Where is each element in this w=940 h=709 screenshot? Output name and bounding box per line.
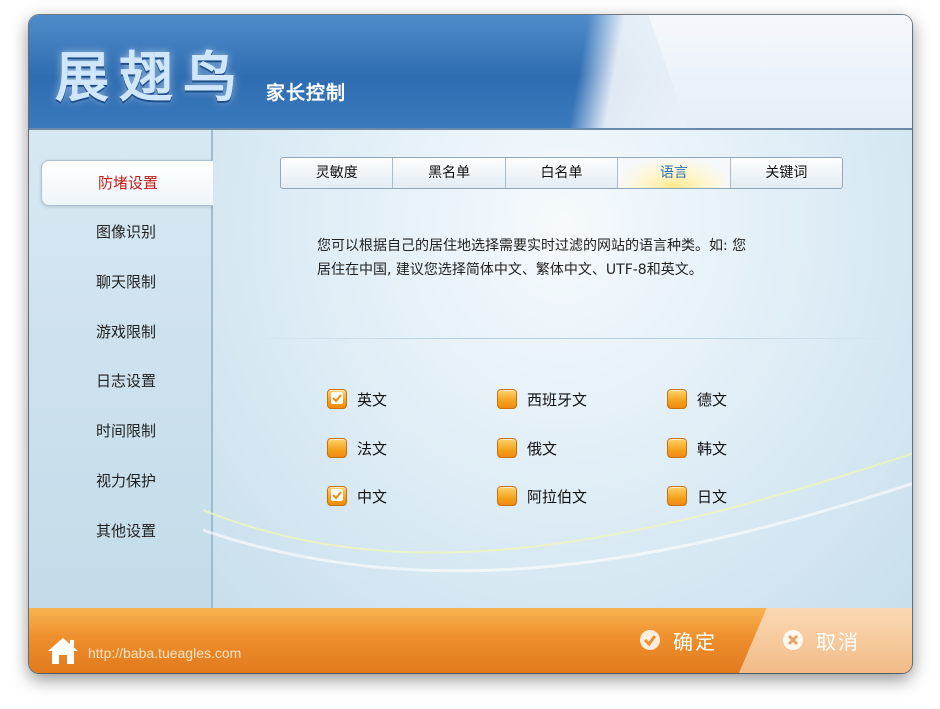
language-option-french[interactable]: 法文 [327,437,387,459]
main-panel: 灵敏度 黑名单 白名单 语言 关键词 您可以根据自己的居住地选择需要实时过滤的网… [203,130,912,608]
language-option-spanish[interactable]: 西班牙文 [497,388,587,410]
cancel-label: 取消 [816,629,860,654]
sidebar-item-chat-limit[interactable]: 聊天限制 [41,260,211,304]
language-description: 您可以根据自己的居住地选择需要实时过滤的网站的语言种类。如: 您 居住在中国, … [317,234,857,282]
sidebar-item-other-settings[interactable]: 其他设置 [41,509,211,553]
description-line-1: 您可以根据自己的居住地选择需要实时过滤的网站的语言种类。如: 您 [317,238,747,254]
checkbox-unchecked[interactable] [497,389,517,409]
sidebar-item-time-limit[interactable]: 时间限制 [41,409,211,453]
language-label: 德文 [697,390,728,409]
language-label: 法文 [357,439,388,458]
language-label: 阿拉伯文 [527,487,588,506]
sidebar-item-eye-protection[interactable]: 视力保护 [41,459,211,503]
header: 展翅鸟 家长控制 [29,15,912,128]
confirm-label: 确定 [673,629,717,654]
language-option-russian[interactable]: 俄文 [497,437,557,459]
language-option-arabic[interactable]: 阿拉伯文 [497,485,587,507]
app-window: 展翅鸟 家长控制 防堵设置 图像识别 聊天限制 游戏限制 日志设置 时间限制 视… [29,15,912,673]
language-option-korean[interactable]: 韩文 [667,437,727,459]
checkbox-unchecked[interactable] [497,438,517,458]
language-option-german[interactable]: 德文 [667,388,727,410]
tab-keywords[interactable]: 关键词 [731,158,842,188]
sidebar-item-image-recognition[interactable]: 图像识别 [41,210,211,254]
tab-language[interactable]: 语言 [618,158,731,188]
app-subtitle: 家长控制 [266,82,347,104]
sidebar-item-block-settings[interactable]: 防堵设置 [41,160,214,206]
sidebar-item-log-settings[interactable]: 日志设置 [41,359,211,403]
language-option-japanese[interactable]: 日文 [667,485,727,507]
language-label: 俄文 [527,439,558,458]
language-option-english[interactable]: 英文 [327,388,387,410]
checkbox-unchecked[interactable] [667,486,687,506]
checkbox-unchecked[interactable] [327,438,347,458]
language-label: 英文 [357,390,388,409]
description-line-2: 居住在中国, 建议您选择简体中文、繁体中文、UTF-8和英文。 [317,262,703,278]
checkbox-unchecked[interactable] [667,389,687,409]
checkmark-icon [640,630,660,650]
website-link[interactable]: http://baba.tueagles.com [88,645,241,661]
language-label: 中文 [357,487,388,506]
footer-bar: http://baba.tueagles.com 确定 取消 [29,608,912,673]
sidebar: 防堵设置 图像识别 聊天限制 游戏限制 日志设置 时间限制 视力保护 其他设置 [29,130,214,608]
checkbox-checked[interactable] [327,486,347,506]
background-swoosh [203,452,912,573]
app-logo: 展翅鸟 [55,46,247,109]
language-option-chinese[interactable]: 中文 [327,485,387,507]
header-highlight [648,15,912,128]
language-label: 西班牙文 [527,390,588,409]
tab-whitelist[interactable]: 白名单 [506,158,619,188]
tab-sensitivity[interactable]: 灵敏度 [281,158,394,188]
tab-bar: 灵敏度 黑名单 白名单 语言 关键词 [280,157,843,189]
language-label: 日文 [697,487,728,506]
cancel-button[interactable]: 取消 [782,621,860,659]
language-label: 韩文 [697,439,728,458]
sidebar-item-game-limit[interactable]: 游戏限制 [41,310,211,354]
tab-blacklist[interactable]: 黑名单 [393,158,506,188]
checkbox-unchecked[interactable] [497,486,517,506]
checkbox-checked[interactable] [327,389,347,409]
home-icon[interactable] [46,636,80,666]
confirm-button[interactable]: 确定 [639,621,717,659]
checkbox-unchecked[interactable] [667,438,687,458]
section-divider [253,338,893,339]
close-icon [783,630,803,650]
